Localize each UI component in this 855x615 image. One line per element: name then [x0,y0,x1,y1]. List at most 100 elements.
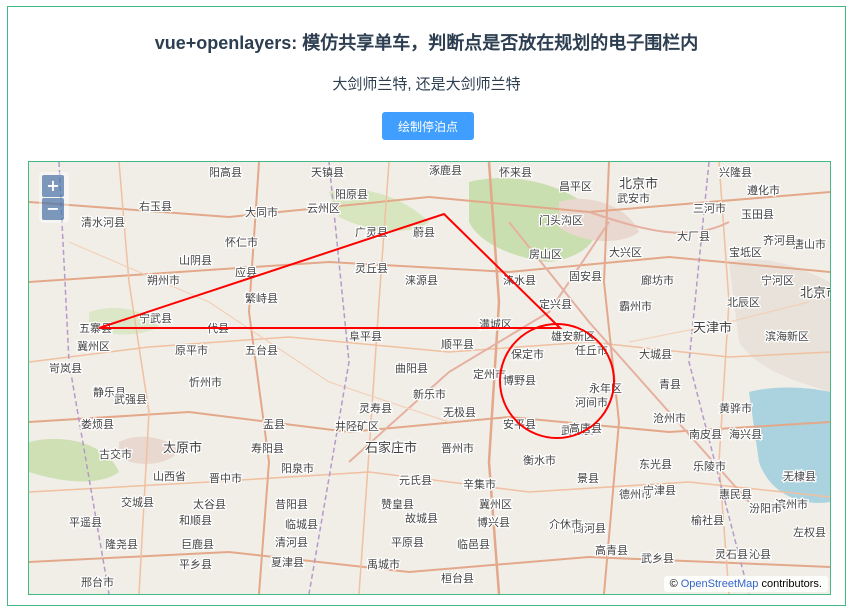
place-label: 衡水市 [523,453,556,467]
place-label: 高唐县 [569,421,602,435]
place-label: 黄骅市 [719,401,752,415]
place-label: 怀来县 [499,166,532,179]
place-label: 曲阳县 [395,362,428,375]
place-label: 滨海新区 [765,329,809,343]
place-label: 涞源县 [405,273,438,287]
place-label: 顺平县 [441,338,474,351]
draw-point-button[interactable]: 绘制停泊点 [382,112,474,140]
place-label: 辛集市 [463,477,496,491]
place-label: 门头沟区 [539,213,583,227]
place-label: 昌平区 [559,180,592,193]
place-label: 平遥县 [69,516,102,529]
place-label: 沧州市 [653,411,686,425]
place-label: 任丘市 [575,343,608,357]
place-label: 天津市 [693,320,732,336]
place-label: 遵化市 [747,183,780,197]
place-label: 介休市 [549,517,582,531]
place-label: 大兴区 [609,245,642,259]
place-label: 大城县 [639,347,672,361]
place-label: 保定市 [511,347,544,361]
place-label: 宁河区 [761,273,794,287]
map-viewport[interactable]: 阳高县 天镇县 涿鹿县 怀来县 昌平区 北京市 兴隆县 右玉县 大同市 云州区 阳原县 门头沟区 三河市… [28,161,831,595]
place-label: 晋中市 [209,471,242,485]
place-label: 盂县 [263,418,285,431]
place-label: 武强县 [114,393,147,406]
attribution-suffix: contributors. [758,578,822,590]
place-label: 云州区 [307,202,340,215]
zoom-out-button[interactable]: − [42,198,64,220]
place-label: 大厂县 [677,229,710,243]
place-label: 冀州区 [77,339,110,353]
place-label: 房山区 [529,248,562,261]
place-label: 桓台县 [441,571,474,585]
place-label: 隆尧县 [105,537,138,551]
place-label: 宝坻区 [729,245,762,259]
place-label: 阳泉市 [281,461,314,475]
place-label: 三河市 [693,201,726,215]
zoom-control: + − [39,172,69,223]
place-label: 青县 [659,378,681,391]
place-label: 石家庄市 [365,440,417,456]
place-label: 博兴县 [477,516,510,529]
place-label: 新乐市 [413,387,446,401]
place-label: 河间市 [575,395,608,409]
place-label: 阳高县 [209,165,242,179]
place-label: 无极县 [443,405,476,419]
page-title: vue+openlayers: 模仿共享单车，判断点是否放在规划的电子围栏内 [154,33,699,53]
place-label: 冀州区 [479,497,512,511]
place-label: 北京市 [800,285,830,301]
place-label: 大同市 [245,205,278,219]
place-label: 满城区 [479,318,512,331]
place-label: 故城县 [405,511,438,525]
place-label: 平乡县 [179,558,212,571]
place-label: 临城县 [285,517,318,531]
place-label: 左权县 [793,526,826,539]
place-label: 赞皇县 [381,497,414,511]
place-label: 定兴县 [539,297,572,311]
place-label: 乐陵市 [693,459,726,473]
place-label: 唐山市 [793,237,826,251]
place-label: 右玉县 [139,199,172,213]
place-label: 惠民县 [719,487,752,501]
place-label: 武乡县 [641,552,674,565]
place-label: 娄烦县 [81,418,114,431]
place-label: 岢岚县 [49,362,82,375]
osm-link[interactable]: OpenStreetMap [681,578,759,590]
place-label: 忻州市 [189,375,222,389]
place-label: 海兴县 [729,427,762,441]
place-label: 阳原县 [335,188,368,201]
place-label: 山阴县 [179,254,212,267]
place-label: 巨鹿县 [181,537,214,551]
page-subtitle: 大剑师兰特, 还是大剑师兰特 [332,76,521,93]
zoom-in-button[interactable]: + [42,175,64,197]
place-label: 平原县 [391,536,424,549]
place-label: 武安市 [617,191,650,205]
map-canvas[interactable]: 阳高县 天镇县 涿鹿县 怀来县昌平区 北京市兴隆县右玉县 大同市 云州区阳原县门头沟区三河市… [29,162,830,594]
place-label: 北辰区 [727,296,760,309]
place-label: 怀仁市 [225,235,258,249]
place-label: 宁津县 [643,483,676,497]
place-label: 霸州市 [619,299,652,313]
place-label: 沁县 [749,548,771,561]
place-label: 南皮县 [689,428,722,441]
attribution-prefix: © [669,578,681,590]
place-label: 涿鹿县 [429,163,462,177]
place-label: 清河县 [275,536,308,549]
place-label: 古交市 [99,447,132,461]
place-label: 山西省 [153,470,186,483]
place-label: 繁峙县 [245,291,278,305]
place-label: 朔州市 [147,273,180,287]
map-attribution: © OpenStreetMap contributors. [663,576,828,592]
place-label: 永年区 [589,381,622,395]
place-label: 玉田县 [741,208,774,221]
place-label: 交城县 [121,495,154,509]
place-label: 无棣县 [783,470,816,483]
place-label: 榆社县 [691,513,724,527]
place-label: 昔阳县 [275,498,308,511]
place-label: 清水河县 [81,216,125,229]
place-label: 夏津县 [271,556,304,569]
place-label: 博野县 [503,374,536,387]
place-label: 高青县 [595,543,628,557]
place-label: 禹城市 [367,557,400,571]
place-label: 灵石县 [715,548,748,561]
